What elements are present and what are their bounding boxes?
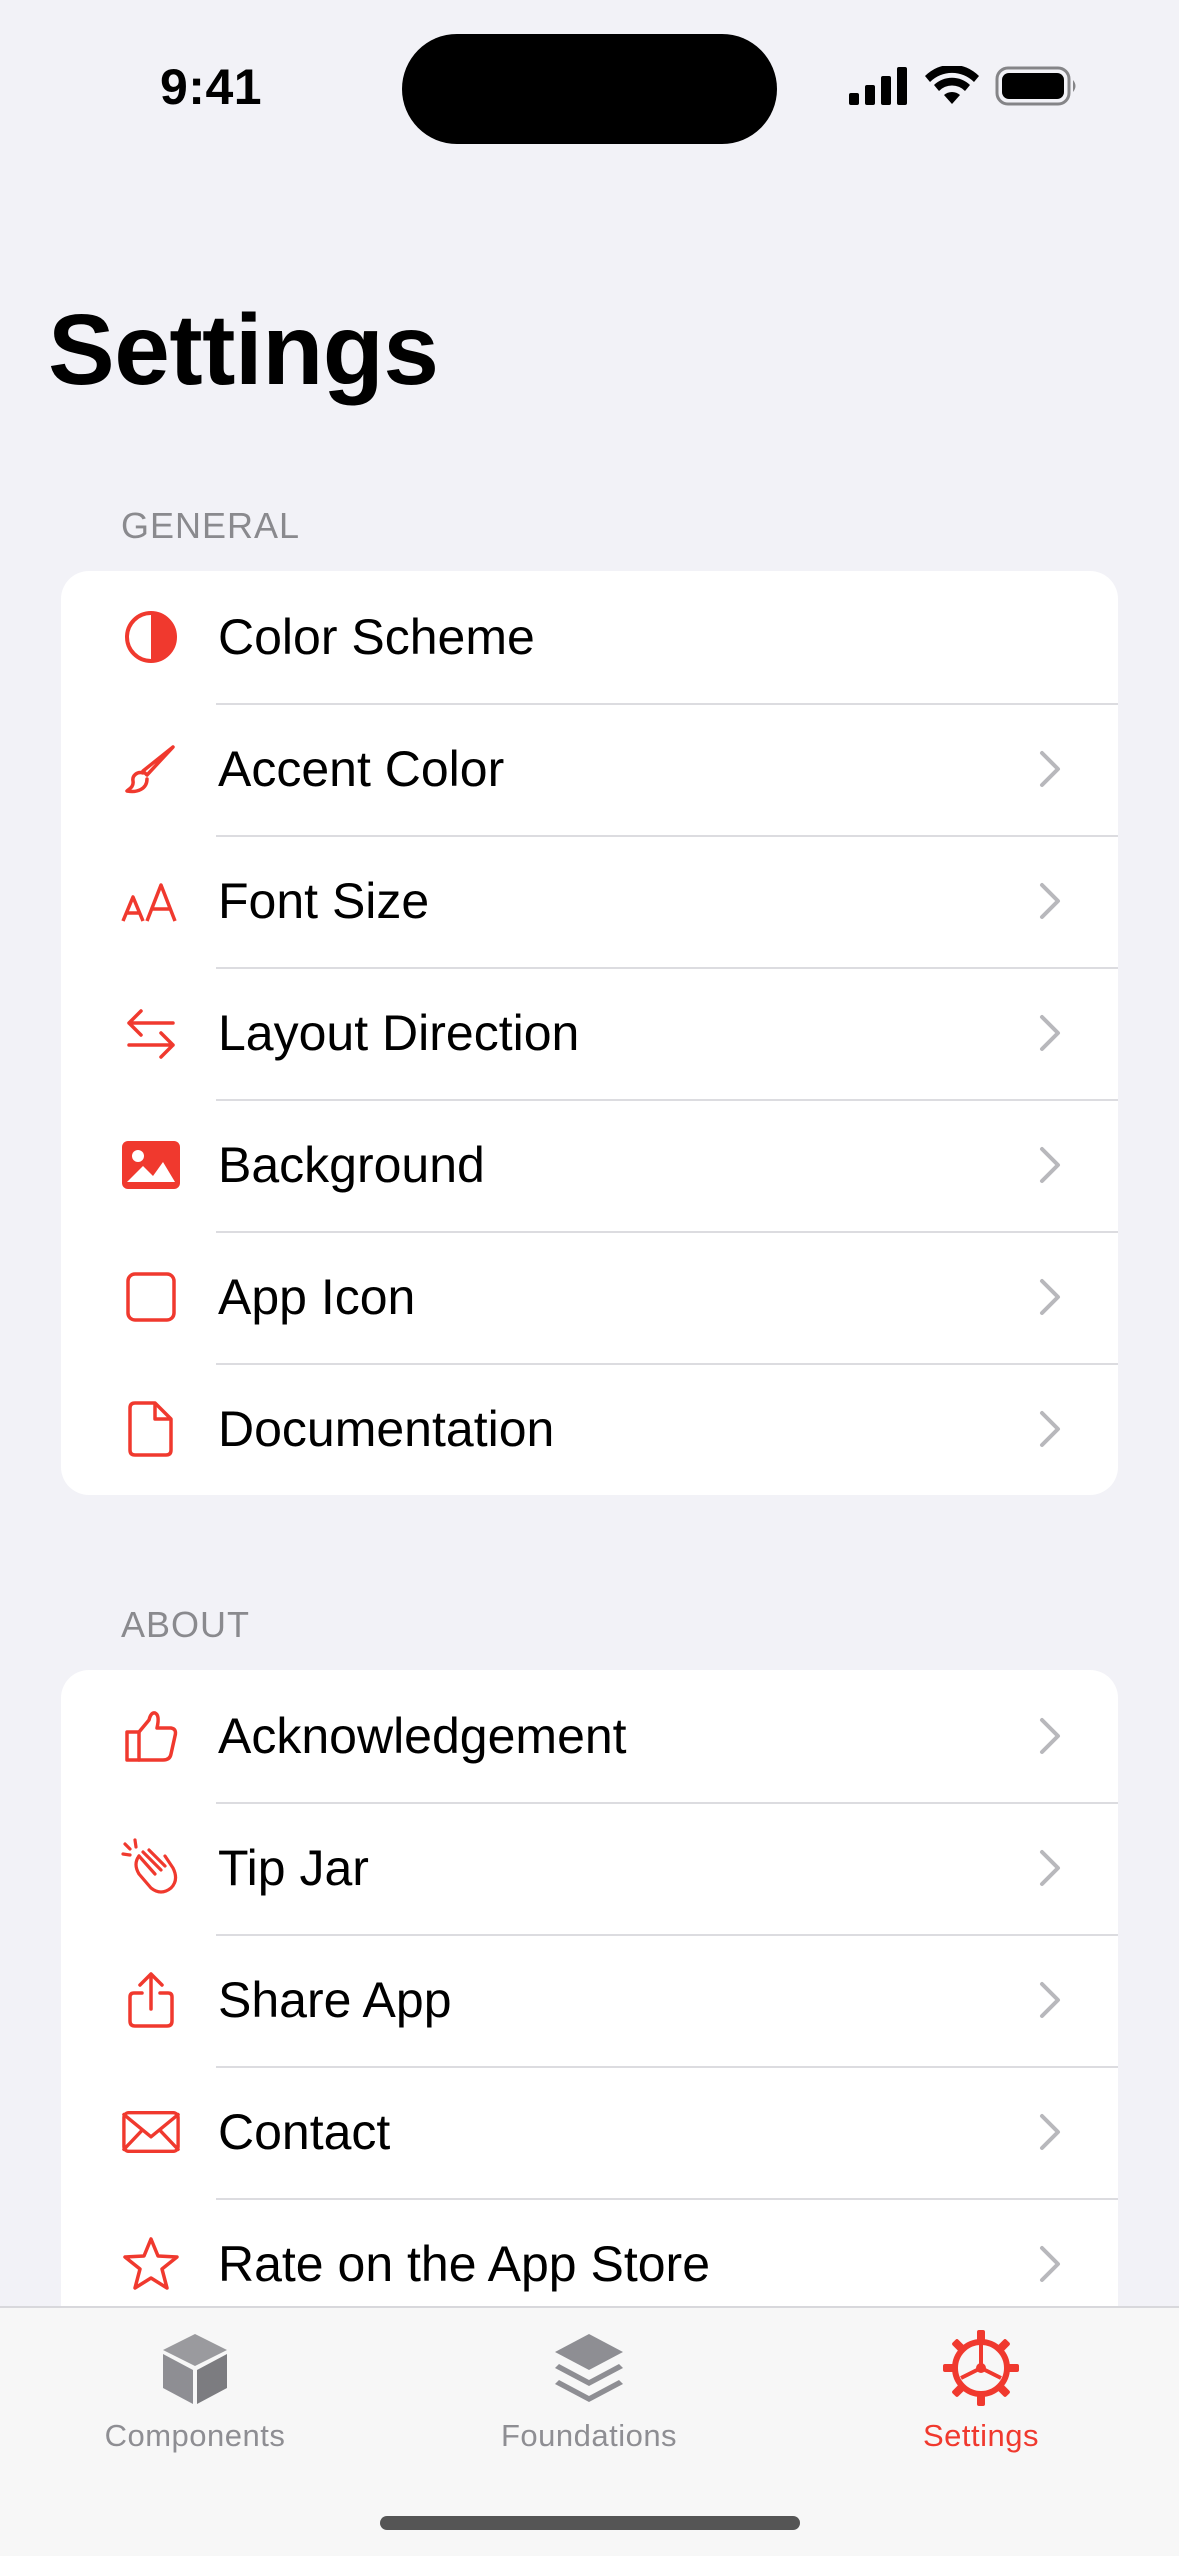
document-icon: [121, 1399, 181, 1459]
gear-icon: [943, 2330, 1019, 2406]
half-circle-icon: [121, 607, 181, 667]
square-icon: [121, 1267, 181, 1327]
chevron-right-icon: [1040, 1147, 1060, 1183]
row-color-scheme[interactable]: Color Scheme: [61, 571, 1118, 703]
row-label: Share App: [218, 1972, 452, 2028]
tab-settings[interactable]: Settings: [851, 2328, 1111, 2454]
paintbrush-icon: [121, 739, 181, 799]
chevron-right-icon: [1040, 2246, 1060, 2282]
about-group: Acknowledgement Tip Jar Share App Contac…: [61, 1670, 1118, 2350]
row-label: Background: [218, 1137, 485, 1193]
arrows-left-right-icon: [121, 1003, 181, 1063]
row-contact[interactable]: Contact: [61, 2066, 1118, 2198]
wifi-icon: [925, 66, 979, 104]
section-header-about: ABOUT: [121, 1604, 251, 1645]
row-label: Accent Color: [218, 741, 505, 797]
envelope-icon: [121, 2102, 181, 2162]
row-label: Tip Jar: [218, 1840, 369, 1896]
row-label: Contact: [218, 2104, 391, 2160]
chevron-right-icon: [1040, 1850, 1060, 1886]
star-icon: [121, 2234, 181, 2294]
cube-icon: [163, 2334, 227, 2404]
row-label: Color Scheme: [218, 609, 535, 665]
tab-foundations[interactable]: Foundations: [459, 2328, 719, 2454]
row-layout-direction[interactable]: Layout Direction: [61, 967, 1118, 1099]
chevron-right-icon: [1040, 1718, 1060, 1754]
row-font-size[interactable]: Font Size: [61, 835, 1118, 967]
row-label: Font Size: [218, 873, 430, 929]
row-share-app[interactable]: Share App: [61, 1934, 1118, 2066]
stack-icon: [555, 2334, 623, 2402]
status-bar: 9:41: [0, 0, 1179, 150]
chevron-right-icon: [1040, 751, 1060, 787]
row-label: Documentation: [218, 1401, 555, 1457]
tab-label: Settings: [922, 2418, 1039, 2453]
chevron-right-icon: [1040, 1279, 1060, 1315]
page-title: Settings: [48, 294, 439, 406]
row-acknowledgement[interactable]: Acknowledgement: [61, 1670, 1118, 1802]
cellular-signal-icon: [849, 67, 907, 105]
row-accent-color[interactable]: Accent Color: [61, 703, 1118, 835]
tab-label: Components: [104, 2418, 286, 2453]
row-documentation[interactable]: Documentation: [61, 1363, 1118, 1495]
thumbs-up-icon: [121, 1706, 181, 1766]
chevron-right-icon: [1040, 1982, 1060, 2018]
row-background[interactable]: Background: [61, 1099, 1118, 1231]
photo-icon: [121, 1135, 181, 1195]
chevron-right-icon: [1040, 1015, 1060, 1051]
battery-icon: [995, 66, 1076, 106]
home-indicator[interactable]: [380, 2516, 800, 2530]
row-label: Layout Direction: [218, 1005, 580, 1061]
dynamic-island: [402, 34, 777, 144]
general-group: Color Scheme Accent Color Font Size Layo…: [61, 571, 1118, 1495]
share-icon: [121, 1970, 181, 2030]
section-header-general: GENERAL: [121, 505, 301, 546]
chevron-right-icon: [1040, 2114, 1060, 2150]
tab-components[interactable]: Components: [65, 2328, 325, 2454]
chevron-right-icon: [1040, 883, 1060, 919]
hands-clap-icon: [121, 1838, 181, 1898]
tab-label: Foundations: [500, 2418, 678, 2453]
row-label: App Icon: [218, 1269, 416, 1325]
row-app-icon[interactable]: App Icon: [61, 1231, 1118, 1363]
status-time: 9:41: [160, 59, 263, 115]
settings-screen: 9:41 Settings GENERAL Color Scheme Accen…: [0, 0, 1179, 2556]
text-size-icon: [121, 871, 181, 931]
status-icons: [849, 66, 1079, 106]
row-label: Acknowledgement: [218, 1708, 627, 1764]
chevron-right-icon: [1040, 1411, 1060, 1447]
row-tip-jar[interactable]: Tip Jar: [61, 1802, 1118, 1934]
